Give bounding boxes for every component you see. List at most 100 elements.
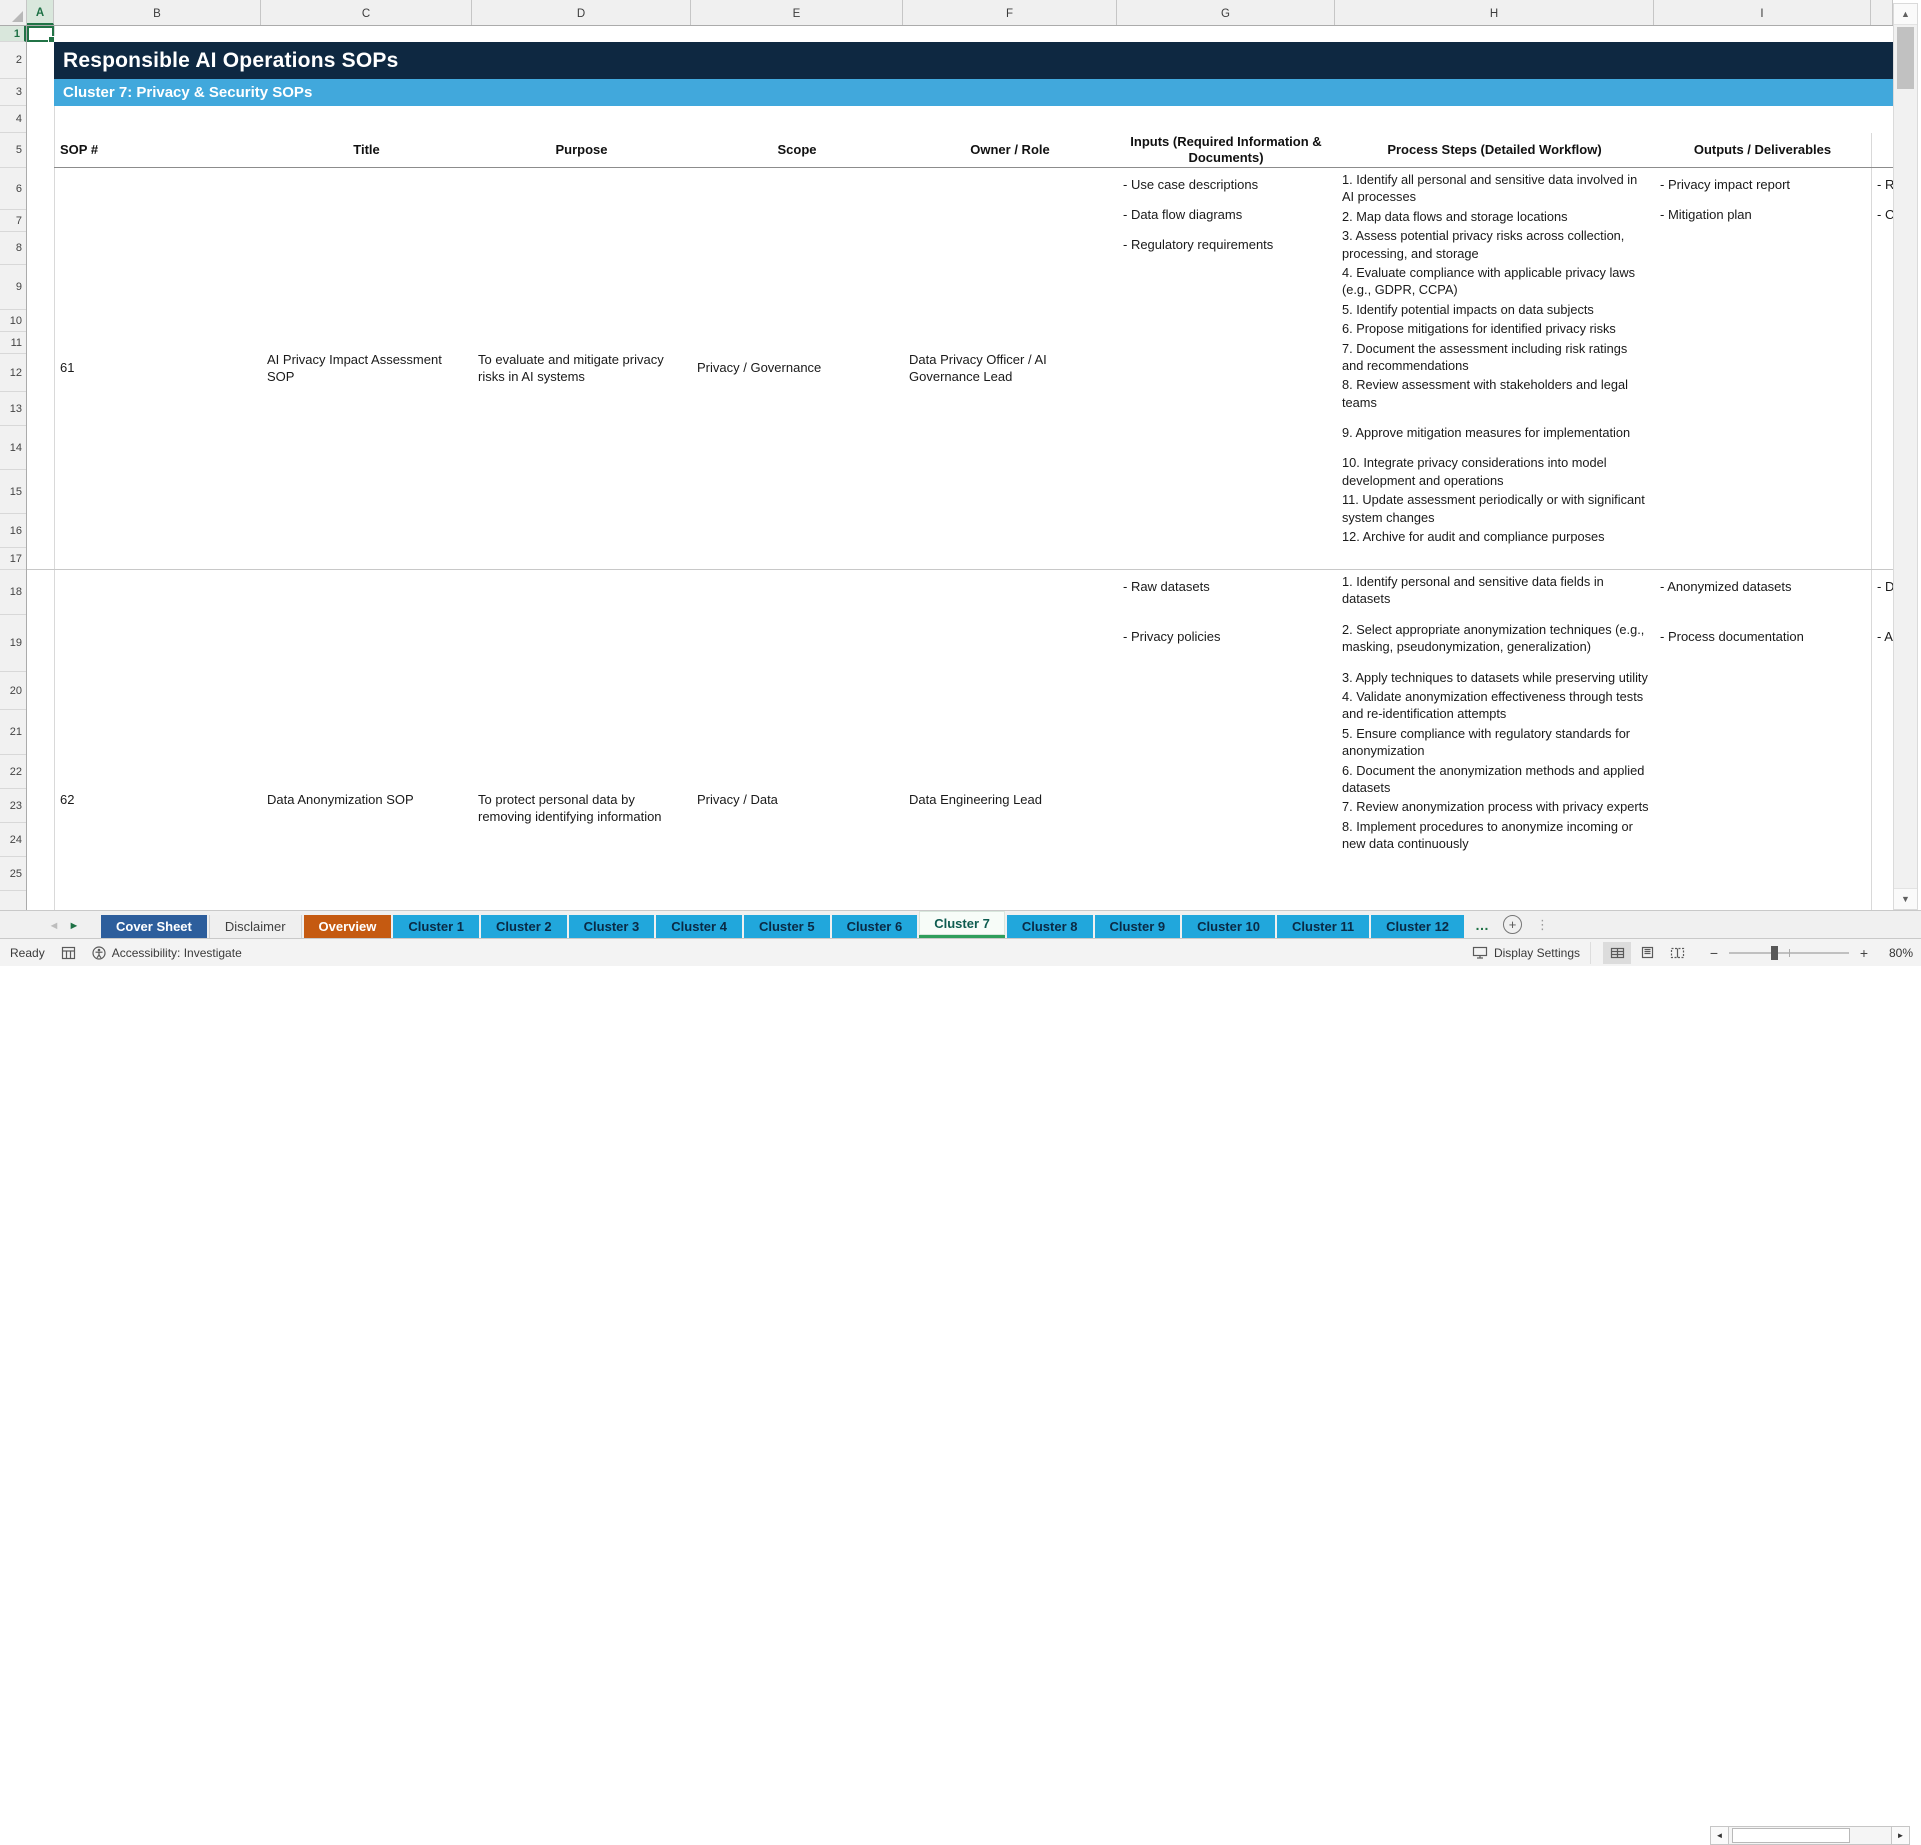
row-header-6[interactable]: 6	[0, 168, 26, 210]
row-header-2[interactable]: 2	[0, 42, 26, 79]
horizontal-scroll-thumb[interactable]	[1732, 1828, 1850, 1843]
cell-scope[interactable]: Privacy / Governance	[691, 168, 903, 569]
row-header-8[interactable]: 8	[0, 232, 26, 265]
row-header-23[interactable]: 23	[0, 789, 26, 823]
process-step: 3. Apply techniques to datasets while pr…	[1342, 669, 1648, 685]
scroll-up-icon[interactable]: ▲	[1894, 4, 1917, 25]
zoom-level[interactable]: 80%	[1879, 946, 1913, 960]
cell-title[interactable]: AI Privacy Impact Assessment SOP	[261, 168, 472, 569]
cell-purpose[interactable]: To protect personal data by removing ide…	[472, 570, 691, 908]
sheet-tab-cluster-7[interactable]: Cluster 7	[919, 911, 1005, 938]
cell-process-steps[interactable]: 1. Identify all personal and sensitive d…	[1335, 168, 1654, 569]
cell-outputs[interactable]: - Anonymized datasets - Process documenta…	[1654, 570, 1871, 908]
page-layout-view-button[interactable]	[1633, 942, 1661, 964]
column-header-F[interactable]: F	[903, 0, 1117, 25]
cell-sop-number[interactable]: 62	[54, 570, 261, 908]
cell-owner[interactable]: Data Engineering Lead	[903, 570, 1117, 908]
cell-next-column-clipped[interactable]: - Da - Ar	[1871, 570, 1893, 908]
worksheet-area[interactable]: Responsible AI Operations SOPs Cluster 7…	[27, 26, 1893, 910]
sheet-tab-cluster-3[interactable]: Cluster 3	[568, 915, 655, 938]
row-header-21[interactable]: 21	[0, 710, 26, 755]
row-header-22[interactable]: 22	[0, 755, 26, 789]
column-header-A[interactable]: A	[27, 0, 54, 25]
sheet-tab-cluster-4[interactable]: Cluster 4	[656, 915, 742, 938]
row-header-3[interactable]: 3	[0, 79, 26, 106]
column-header-G[interactable]: G	[1117, 0, 1335, 25]
sheet-tab-cluster-10[interactable]: Cluster 10	[1182, 915, 1276, 938]
accessibility-status[interactable]: Accessibility: Investigate	[92, 946, 242, 960]
cell-outputs[interactable]: - Privacy impact report - Mitigation plan	[1654, 168, 1871, 569]
title-text: Data Anonymization SOP	[267, 792, 414, 807]
cell-owner[interactable]: Data Privacy Officer / AI Governance Lea…	[903, 168, 1117, 569]
zoom-slider[interactable]	[1729, 945, 1849, 960]
display-settings-button[interactable]: Display Settings	[1472, 946, 1580, 960]
row-header-4[interactable]: 4	[0, 106, 26, 133]
row-header-14[interactable]: 14	[0, 426, 26, 470]
tab-scroll-right-icon[interactable]: ►	[64, 914, 84, 938]
zoom-in-button[interactable]: +	[1857, 945, 1871, 961]
sheet-title-banner: Responsible AI Operations SOPs	[54, 42, 1893, 79]
select-all-corner[interactable]	[0, 0, 27, 25]
column-header-B[interactable]: B	[54, 0, 261, 25]
row-header-12[interactable]: 12	[0, 354, 26, 392]
row-header-18[interactable]: 18	[0, 570, 26, 615]
column-header-D[interactable]: D	[472, 0, 691, 25]
cell-process-steps[interactable]: 1. Identify personal and sensitive data …	[1335, 570, 1654, 908]
sheet-tab-overview[interactable]: Overview	[303, 915, 392, 938]
row-header-1[interactable]: 1	[0, 26, 26, 42]
row-header-24[interactable]: 24	[0, 823, 26, 857]
page-break-preview-button[interactable]	[1663, 942, 1691, 964]
active-cell-a1-selection[interactable]	[27, 26, 55, 43]
sheet-tab-cluster-8[interactable]: Cluster 8	[1006, 915, 1093, 938]
scroll-right-icon[interactable]: ►	[1891, 1826, 1910, 1845]
sheet-tab-cluster-6[interactable]: Cluster 6	[831, 915, 918, 938]
normal-view-button[interactable]	[1603, 941, 1631, 964]
sheet-tab-cluster-1[interactable]: Cluster 1	[393, 915, 480, 938]
row-header-25[interactable]: 25	[0, 857, 26, 891]
horizontal-scroll-track[interactable]	[1729, 1826, 1891, 1845]
row-header-11[interactable]: 11	[0, 332, 26, 354]
row-header-16[interactable]: 16	[0, 514, 26, 548]
column-header-E[interactable]: E	[691, 0, 903, 25]
sheet-tab-disclaimer[interactable]: Disclaimer	[208, 915, 302, 938]
sheet-tab-cluster-12[interactable]: Cluster 12	[1371, 915, 1465, 938]
row-header-15[interactable]: 15	[0, 470, 26, 514]
scroll-left-icon[interactable]: ◄	[1710, 1826, 1729, 1845]
sheet-tab-cluster-9[interactable]: Cluster 9	[1094, 915, 1181, 938]
column-header-clipped[interactable]	[1871, 0, 1893, 25]
vertical-scrollbar[interactable]: ▲ ▼	[1893, 3, 1918, 910]
new-sheet-button[interactable]: +	[1503, 915, 1523, 934]
row-header-7[interactable]: 7	[0, 210, 26, 232]
tab-scroll-left-icon[interactable]: ◄	[44, 914, 64, 938]
column-header-C[interactable]: C	[261, 0, 472, 25]
cell-sop-number[interactable]: 61	[54, 168, 261, 569]
cell-title[interactable]: Data Anonymization SOP	[261, 570, 472, 908]
sheet-tab-cluster-11[interactable]: Cluster 11	[1277, 915, 1370, 938]
sheet-tab-cluster-2[interactable]: Cluster 2	[481, 915, 567, 938]
cell-inputs[interactable]: - Use case descriptions - Data flow diagr…	[1117, 168, 1335, 569]
cell-inputs[interactable]: - Raw datasets - Privacy policies	[1117, 570, 1335, 908]
row-header-17[interactable]: 17	[0, 548, 26, 570]
row-header-9[interactable]: 9	[0, 265, 26, 310]
clipped-item: - Ri	[1877, 177, 1893, 192]
cell-scope[interactable]: Privacy / Data	[691, 570, 903, 908]
sheet-tab-cover-sheet[interactable]: Cover Sheet	[101, 915, 207, 938]
zoom-out-button[interactable]: −	[1707, 945, 1721, 961]
macro-record-icon[interactable]	[61, 946, 76, 960]
row-header-13[interactable]: 13	[0, 392, 26, 426]
horizontal-scrollbar[interactable]: ◄ ►	[1710, 1826, 1910, 1845]
scroll-down-icon[interactable]: ▼	[1894, 888, 1917, 909]
sheet-tab-cluster-5[interactable]: Cluster 5	[743, 915, 830, 938]
row-header-19[interactable]: 19	[0, 615, 26, 672]
column-header-H[interactable]: H	[1335, 0, 1654, 25]
vertical-scroll-thumb[interactable]	[1897, 27, 1914, 89]
cell-next-column-clipped[interactable]: - Ri - Co	[1871, 168, 1893, 569]
row-header-10[interactable]: 10	[0, 310, 26, 332]
scope-text: Privacy / Governance	[697, 360, 822, 376]
column-header-I[interactable]: I	[1654, 0, 1871, 25]
row-header-20[interactable]: 20	[0, 672, 26, 710]
zoom-slider-thumb[interactable]	[1771, 945, 1778, 960]
more-tabs-icon[interactable]: …	[1475, 917, 1489, 933]
row-header-5[interactable]: 5	[0, 133, 26, 168]
cell-purpose[interactable]: To evaluate and mitigate privacy risks i…	[472, 168, 691, 569]
